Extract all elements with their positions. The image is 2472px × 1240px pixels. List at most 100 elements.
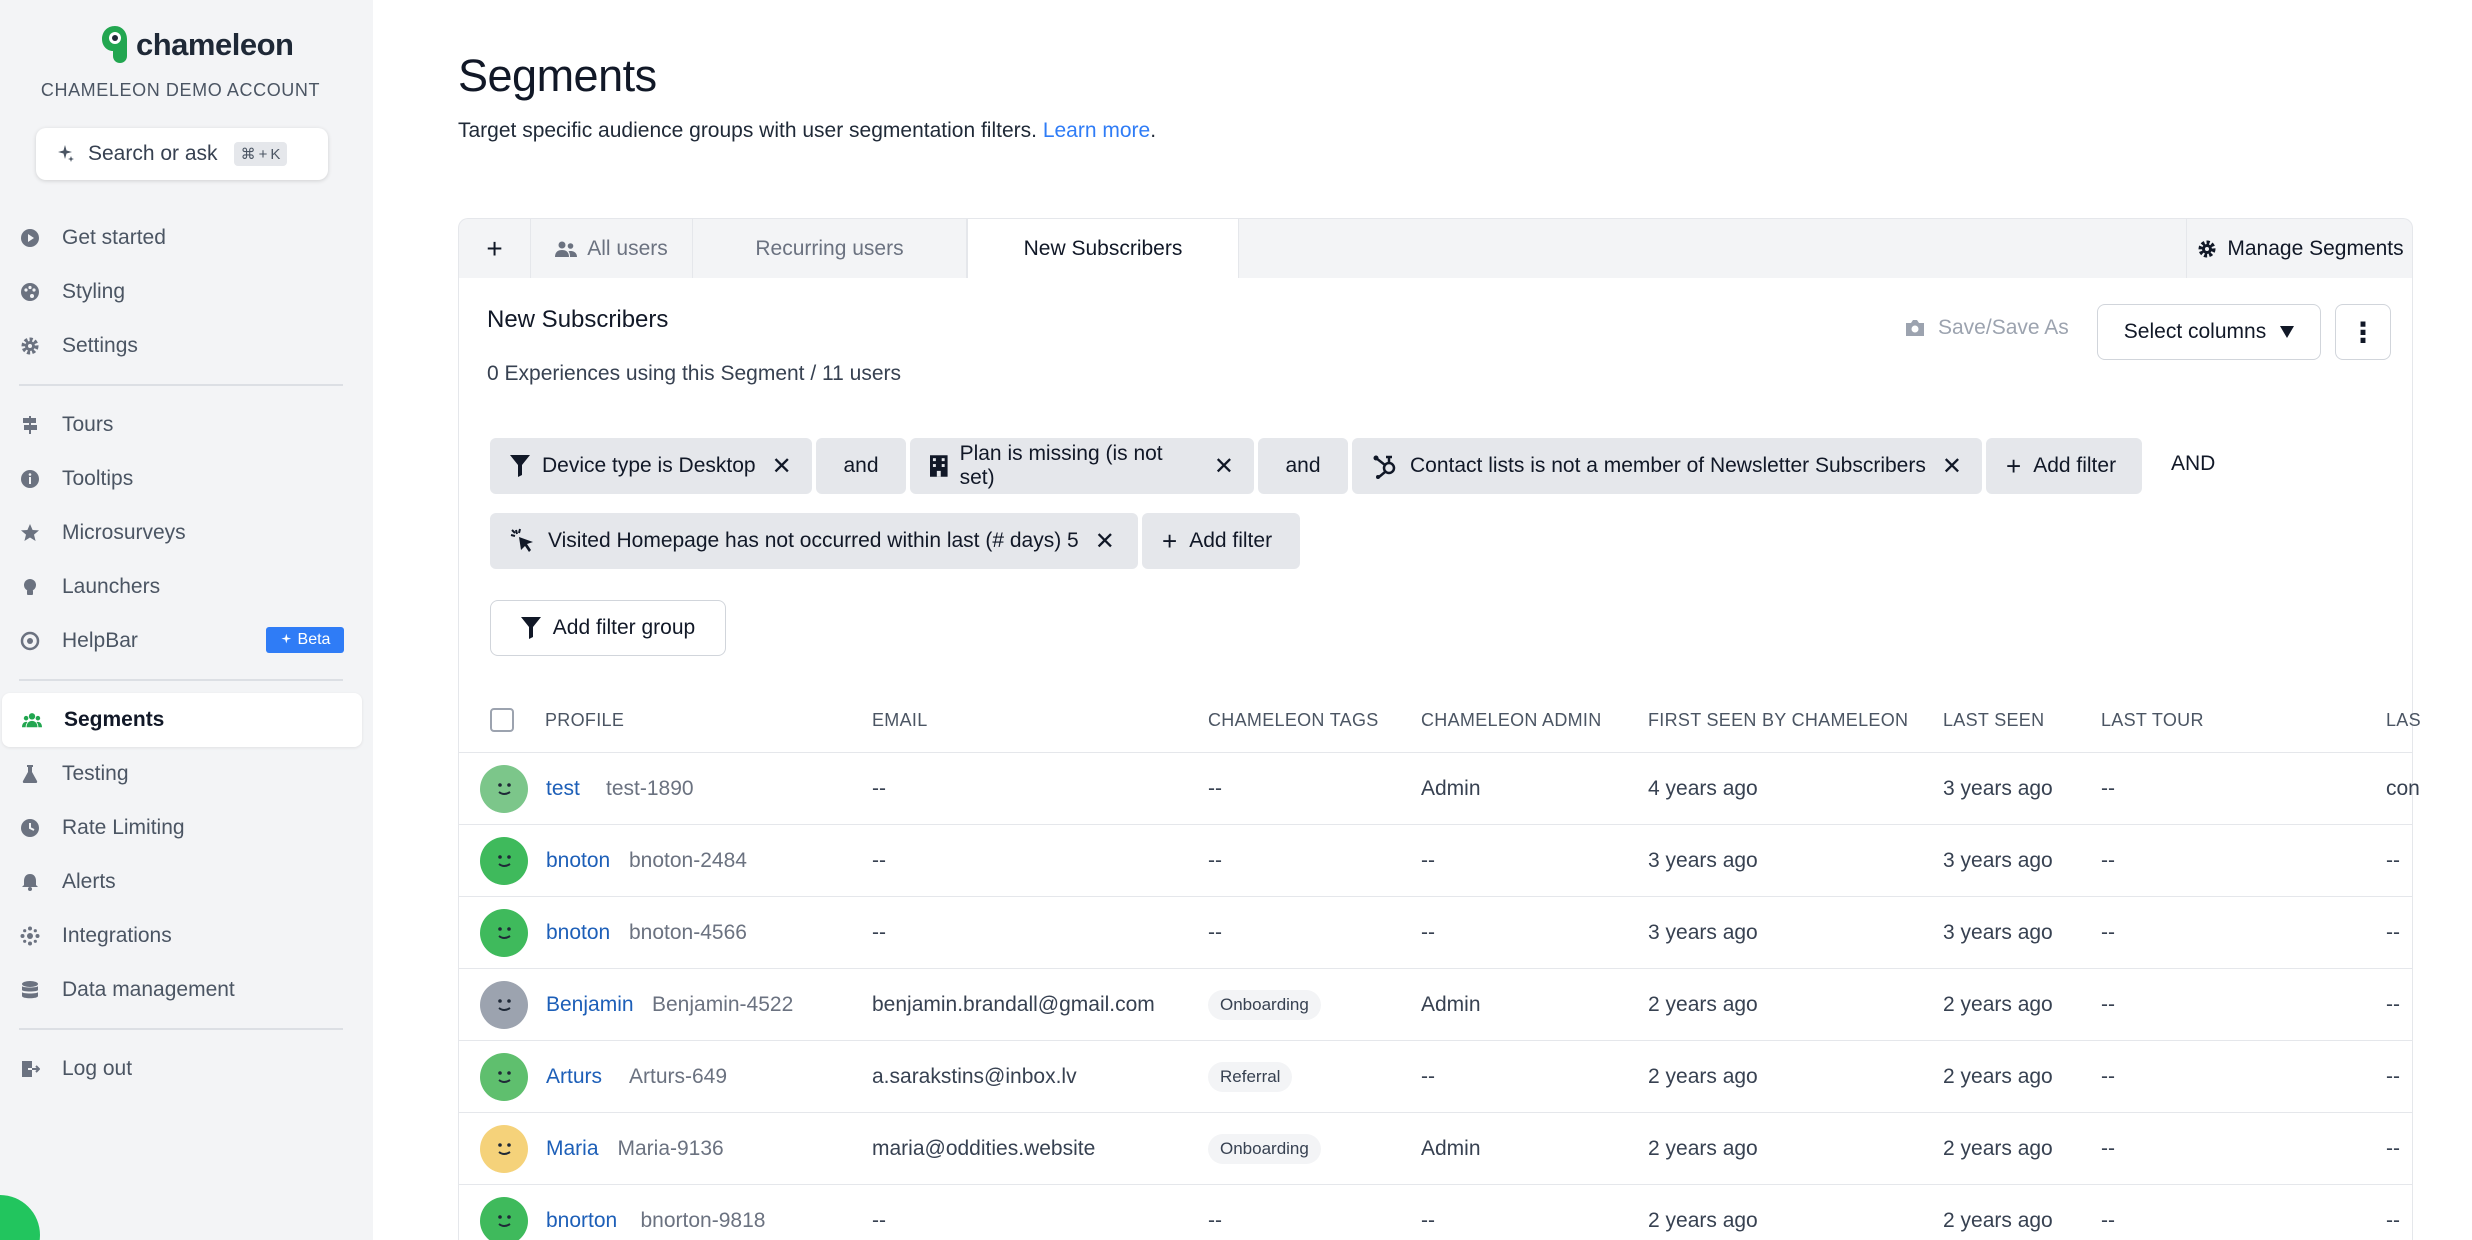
nav-rate-limiting[interactable]: Rate Limiting bbox=[0, 801, 362, 855]
tab-all-users[interactable]: All users bbox=[531, 219, 693, 279]
profile-name-link[interactable]: bnoton bbox=[546, 849, 610, 873]
avatar-face-icon bbox=[498, 1215, 511, 1227]
last-seen-cell: 3 years ago bbox=[1943, 921, 2053, 944]
select-columns-label: Select columns bbox=[2123, 320, 2267, 343]
column-header-truncated[interactable]: LAS bbox=[2386, 710, 2421, 731]
nav-segments[interactable]: Segments bbox=[2, 693, 362, 747]
nav-label: Rate Limiting bbox=[62, 816, 185, 839]
profile-name-link[interactable]: Benjamin bbox=[546, 993, 634, 1017]
remove-filter-icon[interactable]: ✕ bbox=[1095, 527, 1115, 556]
nav-log-out[interactable]: Log out bbox=[0, 1042, 362, 1096]
help-launcher-button[interactable] bbox=[0, 1195, 40, 1240]
column-header-admin[interactable]: CHAMELEON ADMIN bbox=[1421, 710, 1602, 731]
table-row[interactable]: bnoton bnoton-4566 -- -- -- 3 years ago … bbox=[458, 896, 2413, 968]
filter-chip-contact-lists[interactable]: Contact lists is not a member of Newslet… bbox=[1352, 438, 1982, 494]
truncated-cell: -- bbox=[2386, 993, 2400, 1016]
tags-cell: -- bbox=[1208, 1209, 1222, 1232]
profile-name-link[interactable]: Arturs bbox=[546, 1065, 602, 1089]
add-filter-button[interactable]: + Add filter bbox=[1986, 438, 2142, 494]
nav-settings[interactable]: Settings bbox=[0, 319, 362, 373]
add-filter-label: Add filter bbox=[1189, 529, 1273, 552]
more-options-button[interactable]: ⋮ bbox=[2335, 304, 2391, 360]
remove-filter-icon[interactable]: ✕ bbox=[1942, 452, 1962, 481]
nav-label: Testing bbox=[62, 762, 129, 785]
search-label: Search or ask bbox=[88, 142, 218, 165]
truncated-cell: -- bbox=[2386, 1137, 2400, 1160]
table-row[interactable]: bnoton bnoton-2484 -- -- -- 3 years ago … bbox=[458, 824, 2413, 896]
manage-segments-button[interactable]: Manage Segments bbox=[2186, 219, 2414, 279]
select-all-checkbox[interactable] bbox=[490, 708, 514, 732]
remove-filter-icon[interactable]: ✕ bbox=[772, 452, 792, 481]
tag-badge[interactable]: Onboarding bbox=[1208, 1134, 1321, 1164]
and-connector[interactable]: and bbox=[816, 438, 906, 494]
filter-chip-device-type[interactable]: Device type is Desktop ✕ bbox=[490, 438, 812, 494]
email-cell: -- bbox=[872, 921, 886, 944]
tag-badge[interactable]: Referral bbox=[1208, 1062, 1293, 1092]
nav-data-management[interactable]: Data management bbox=[0, 963, 362, 1017]
add-filter-button[interactable]: + Add filter bbox=[1142, 513, 1300, 569]
tag-badge[interactable]: Onboarding bbox=[1208, 990, 1321, 1020]
filter-chip-visited-homepage[interactable]: Visited Homepage has not occurred within… bbox=[490, 513, 1138, 569]
nav-integrations[interactable]: Integrations bbox=[0, 909, 362, 963]
nav-tours[interactable]: Tours bbox=[0, 398, 362, 452]
column-header-tags[interactable]: CHAMELEON TAGS bbox=[1208, 710, 1379, 731]
nav-microsurveys[interactable]: Microsurveys bbox=[0, 506, 362, 560]
truncated-cell: con bbox=[2386, 777, 2420, 800]
avatar bbox=[480, 1197, 528, 1240]
filter-chip-plan[interactable]: Plan is missing (is not set) ✕ bbox=[910, 438, 1254, 494]
table-row[interactable]: test test-1890 -- -- Admin 4 years ago 3… bbox=[458, 752, 2420, 824]
subtitle-period: . bbox=[1150, 119, 1157, 142]
last-seen-cell: 2 years ago bbox=[1943, 1209, 2053, 1232]
add-group-label: Add filter group bbox=[552, 616, 696, 639]
column-header-email[interactable]: EMAIL bbox=[872, 710, 928, 731]
nav-launchers[interactable]: Launchers bbox=[0, 560, 362, 614]
nav-get-started[interactable]: Get started bbox=[0, 211, 362, 265]
add-filter-group-button[interactable]: Add filter group bbox=[490, 600, 726, 656]
profile-id: bnoton-2484 bbox=[629, 849, 747, 872]
nav-tooltips[interactable]: Tooltips bbox=[0, 452, 362, 506]
first-seen-cell: 3 years ago bbox=[1648, 849, 1758, 872]
tab-recurring-users[interactable]: Recurring users bbox=[693, 219, 967, 279]
tab-new-subscribers[interactable]: New Subscribers bbox=[967, 219, 1239, 279]
profile-name-link[interactable]: Maria bbox=[546, 1137, 599, 1161]
brand-logo[interactable]: chameleon bbox=[100, 24, 294, 66]
admin-cell: -- bbox=[1421, 1209, 1435, 1232]
email-cell: maria@oddities.website bbox=[872, 1137, 1096, 1160]
truncated-cell: -- bbox=[2386, 1209, 2400, 1232]
gear-icon bbox=[20, 336, 40, 356]
learn-more-link[interactable]: Learn more bbox=[1043, 119, 1150, 142]
logout-icon bbox=[20, 1059, 40, 1079]
brand-name: chameleon bbox=[136, 27, 294, 62]
nav-label: HelpBar bbox=[62, 629, 138, 652]
column-header-last-tour[interactable]: LAST TOUR bbox=[2101, 710, 2204, 731]
avatar bbox=[480, 981, 528, 1029]
table-row[interactable]: bnorton bnorton-9818 -- -- -- 2 years ag… bbox=[458, 1184, 2413, 1240]
column-header-last-seen[interactable]: LAST SEEN bbox=[1943, 710, 2044, 731]
profile-name-link[interactable]: test bbox=[546, 777, 580, 801]
filter-label: Visited Homepage has not occurred within… bbox=[548, 529, 1079, 552]
profile-name-link[interactable]: bnorton bbox=[546, 1209, 617, 1233]
table-row[interactable]: Arturs Arturs-649 a.sarakstins@inbox.lv … bbox=[458, 1040, 2413, 1112]
nav-alerts[interactable]: Alerts bbox=[0, 855, 362, 909]
users-icon bbox=[22, 710, 42, 730]
table-row[interactable]: Maria Maria-9136 maria@oddities.website … bbox=[458, 1112, 2413, 1184]
profile-name-link[interactable]: bnoton bbox=[546, 921, 610, 945]
last-tour-cell: -- bbox=[2101, 1065, 2115, 1088]
select-columns-dropdown[interactable]: Select columns bbox=[2097, 304, 2321, 360]
column-header-profile[interactable]: PROFILE bbox=[545, 710, 624, 731]
nav-testing[interactable]: Testing bbox=[0, 747, 362, 801]
lightbulb-icon bbox=[20, 577, 40, 597]
search-button[interactable]: Search or ask ⌘ + K bbox=[36, 128, 328, 180]
column-header-first-seen[interactable]: FIRST SEEN BY CHAMELEON bbox=[1648, 710, 1908, 731]
and-connector[interactable]: and bbox=[1258, 438, 1348, 494]
manage-label: Manage Segments bbox=[2227, 237, 2404, 260]
save-button[interactable]: Save/Save As bbox=[1904, 316, 2069, 340]
nav-styling[interactable]: Styling bbox=[0, 265, 362, 319]
remove-filter-icon[interactable]: ✕ bbox=[1214, 452, 1234, 481]
add-segment-button[interactable]: + bbox=[459, 219, 531, 279]
filter-label: Plan is missing (is not set) bbox=[959, 442, 1163, 489]
table-row[interactable]: Benjamin Benjamin-4522 benjamin.brandall… bbox=[458, 968, 2413, 1040]
search-shortcut: ⌘ + K bbox=[233, 142, 288, 166]
first-seen-cell: 2 years ago bbox=[1648, 993, 1758, 1016]
beta-badge: Beta bbox=[266, 627, 344, 653]
